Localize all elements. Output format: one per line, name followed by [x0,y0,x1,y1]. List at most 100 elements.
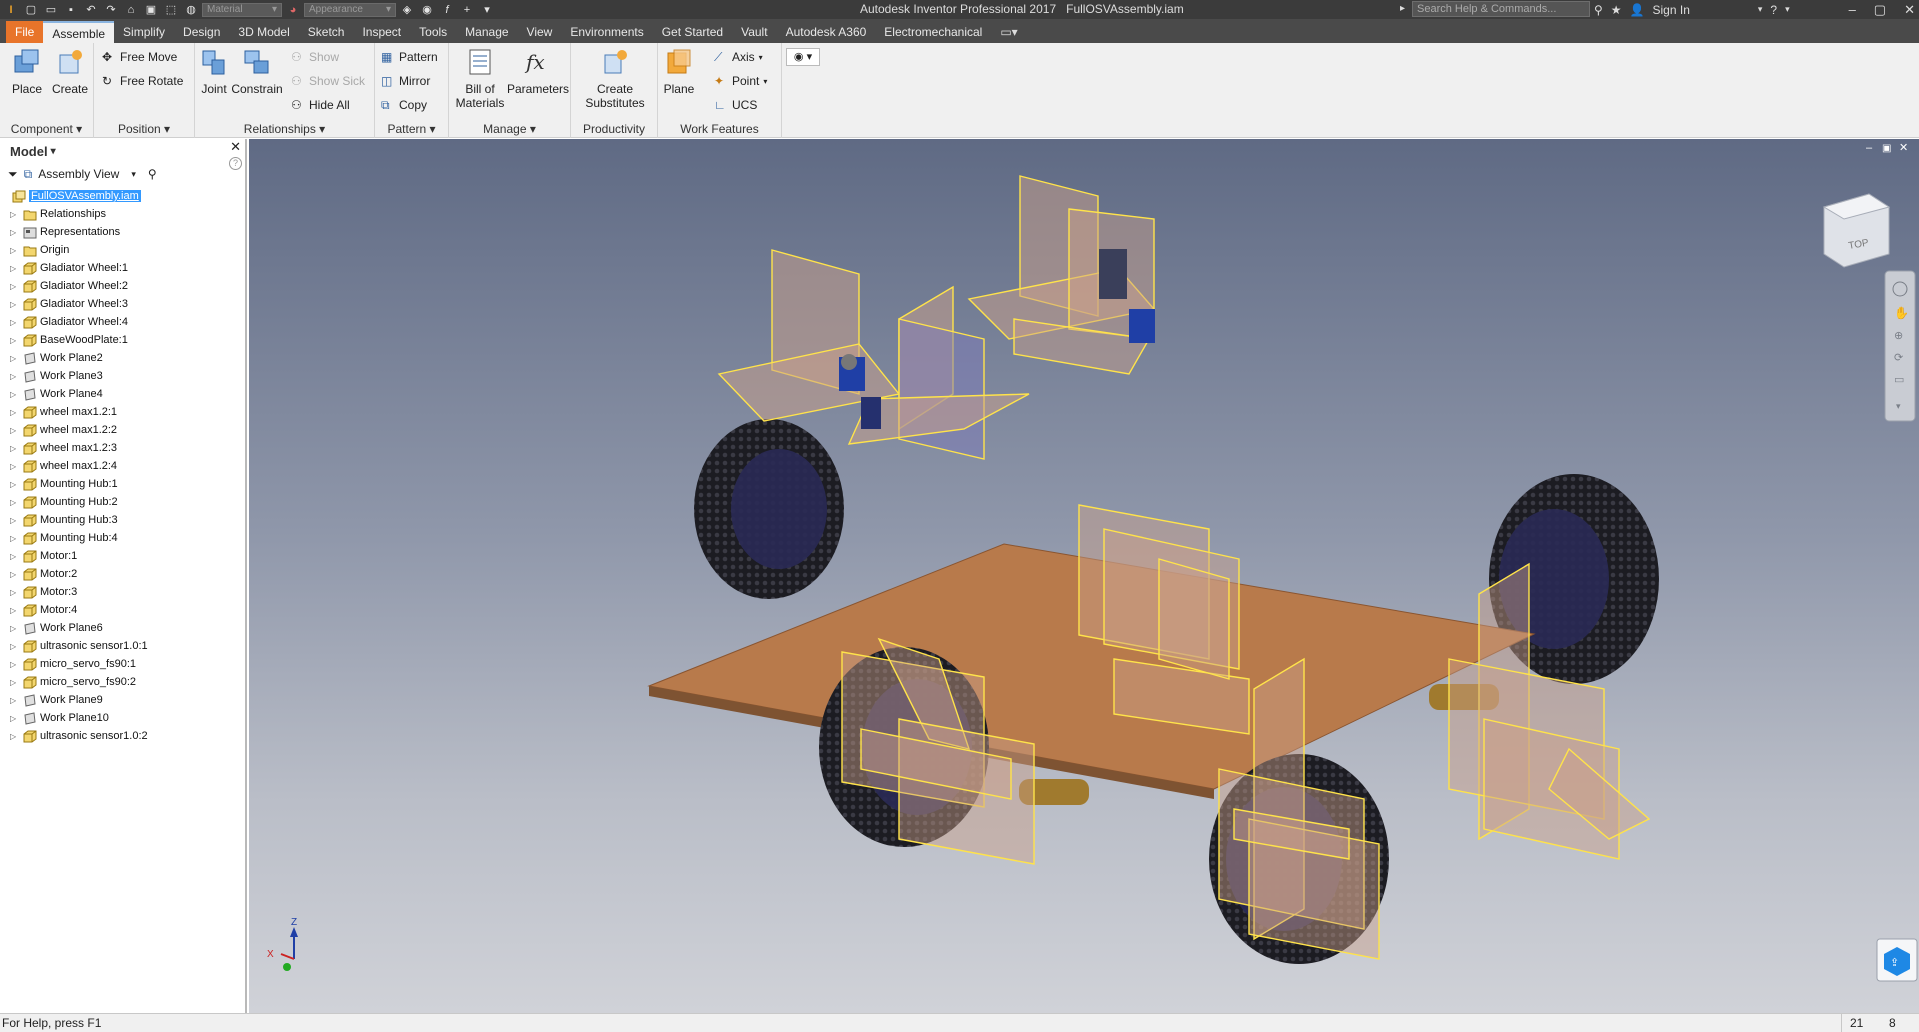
customize-icon[interactable]: ▾ [478,2,496,17]
ultrasonic-sensor-1[interactable] [717,249,901,422]
maximize-icon[interactable]: ▢ [1874,2,1886,18]
graphics-viewport[interactable]: TOP ✋ ⊕ ⟳ ▭ ▾ Z X – ▣ ✕ ⇪ [249,139,1919,1013]
tab-autodesk-a360[interactable]: Autodesk A360 [777,21,876,43]
manage-panel-label[interactable]: Manage ▾ [449,122,570,136]
tree-item[interactable]: ▷ Mounting Hub:3 [0,511,245,529]
star-icon[interactable]: ★ [1611,3,1622,17]
tab-design[interactable]: Design [174,21,229,43]
wheel-back-left[interactable] [694,419,844,599]
ultrasonic-sensor-2[interactable] [967,175,1156,375]
update-icon[interactable]: ▣ [142,2,160,17]
tree-item[interactable]: ▷ ultrasonic sensor1.0:1 [0,637,245,655]
tree-item[interactable]: ▷ micro_servo_fs90:1 [0,655,245,673]
component-panel-label[interactable]: Component ▾ [0,122,93,136]
filter-icon[interactable]: ⏷ [8,167,18,182]
expand-icon[interactable]: ▷ [10,498,20,507]
search-input[interactable]: Search Help & Commands... [1412,1,1590,17]
tab-inspect[interactable]: Inspect [353,21,410,43]
chevron-down-icon[interactable]: ▾ [1896,401,1901,411]
expand-icon[interactable]: ▷ [10,642,20,651]
close-icon[interactable]: ✕ [1904,2,1915,18]
free-move-button[interactable]: ✥ Free Move [102,47,177,67]
tab-get-started[interactable]: Get Started [653,21,732,43]
joint-button[interactable]: Joint [197,47,231,96]
tab-3d-model[interactable]: 3D Model [229,21,298,43]
constrain-button[interactable]: Constrain [231,47,283,96]
appearance-icon[interactable]: ◕ [284,2,302,17]
expand-icon[interactable]: ▷ [10,354,20,363]
expand-icon[interactable]: ▷ [10,444,20,453]
ribbon-display-options-icon[interactable]: ▭▾ [991,21,1026,43]
expand-icon[interactable]: ▷ [10,408,20,417]
free-rotate-button[interactable]: ↻ Free Rotate [102,71,183,91]
expand-icon[interactable]: ▷ [10,516,20,525]
tree-item[interactable]: ▷ Gladiator Wheel:1 [0,259,245,277]
material-dropdown[interactable]: Material ▾ [202,2,282,17]
show-sick-button[interactable]: ⚇ Show Sick [291,71,365,91]
expand-icon[interactable]: ▷ [10,228,20,237]
tree-item[interactable]: ▷ Relationships [0,205,245,223]
new-file-icon[interactable]: ▢ [22,2,40,17]
orbit-icon[interactable]: ⟳ [1894,352,1903,364]
tab-simplify[interactable]: Simplify [114,21,174,43]
tree-item[interactable]: ▷ Motor:3 [0,583,245,601]
tab-file[interactable]: File [6,21,44,43]
create-button[interactable]: Create [50,47,90,96]
tree-item[interactable]: ▷ wheel max1.2:2 [0,421,245,439]
plus-icon[interactable]: + [458,2,476,17]
tree-item[interactable]: ▷ wheel max1.2:4 [0,457,245,475]
mirror-button[interactable]: ◫ Mirror [381,71,430,91]
help-icon[interactable]: ? [229,157,242,170]
select-icon[interactable]: ⬚ [162,2,180,17]
copy-button[interactable]: ⧉ Copy [381,95,427,115]
undo-icon[interactable]: ↶ [82,2,100,17]
help-icon[interactable]: ? [1770,3,1777,17]
expand-icon[interactable]: ▷ [10,714,20,723]
open-file-icon[interactable]: ▭ [42,2,60,17]
pan-icon[interactable]: ✋ [1894,306,1909,320]
expand-icon[interactable]: ▷ [10,372,20,381]
tree-item[interactable]: ▷ Motor:1 [0,547,245,565]
show-button[interactable]: ⚇ Show [291,47,339,67]
tree-item[interactable]: ▷ Work Plane9 [0,691,245,709]
expand-icon[interactable]: ▷ [10,552,20,561]
expand-icon[interactable]: ▷ [10,696,20,705]
expand-icon[interactable]: ▷ [10,210,20,219]
expand-icon[interactable]: ▷ [10,480,20,489]
plane-button[interactable]: Plane [662,47,696,96]
expand-icon[interactable]: ▷ [10,588,20,597]
redo-icon[interactable]: ↷ [102,2,120,17]
expand-icon[interactable]: ▷ [10,336,20,345]
hide-all-button[interactable]: ⚇ Hide All [291,95,350,115]
relationships-panel-label[interactable]: Relationships ▾ [195,122,374,136]
expand-icon[interactable]: ▷ [10,660,20,669]
tab-assemble[interactable]: Assemble [43,21,115,43]
home-icon[interactable]: ⌂ [122,2,140,17]
expand-icon[interactable]: ▷ [10,300,20,309]
browser-header[interactable]: Model ▾ [0,139,245,163]
view-cube[interactable]: TOP [1822,193,1891,268]
ribbon-extra-dropdown[interactable]: ◉ ▾ [786,48,820,66]
tree-item[interactable]: ▷ micro_servo_fs90:2 [0,673,245,691]
fx-icon[interactable]: f [438,2,456,17]
tree-item[interactable]: ▷ ultrasonic sensor1.0:2 [0,727,245,745]
tab-environments[interactable]: Environments [561,21,652,43]
tree-item[interactable]: ▷ Work Plane3 [0,367,245,385]
expand-icon[interactable]: ▷ [10,318,20,327]
expand-icon[interactable]: ▷ [10,390,20,399]
expand-icon[interactable]: ▷ [10,246,20,255]
tree-item[interactable]: ▷ Mounting Hub:2 [0,493,245,511]
tree-root[interactable]: FullOSVAssembly.iam [0,187,245,205]
chevron-down-icon[interactable]: ▾ [1785,4,1790,15]
close-icon[interactable]: ✕ [1899,142,1908,154]
save-icon[interactable]: ▪ [62,2,80,17]
assembly-view-dropdown[interactable]: Assembly View [38,167,119,181]
expand-icon[interactable]: ▷ [10,732,20,741]
tree-item[interactable]: ▷ Work Plane4 [0,385,245,403]
point-button[interactable]: ✦ Point ▾ [714,71,767,91]
expand-icon[interactable]: ▷ [10,282,20,291]
expand-icon[interactable]: ▷ [10,624,20,633]
tree-item[interactable]: ▷ Mounting Hub:1 [0,475,245,493]
tab-sketch[interactable]: Sketch [299,21,354,43]
tree-item[interactable]: ▷ Work Plane2 [0,349,245,367]
